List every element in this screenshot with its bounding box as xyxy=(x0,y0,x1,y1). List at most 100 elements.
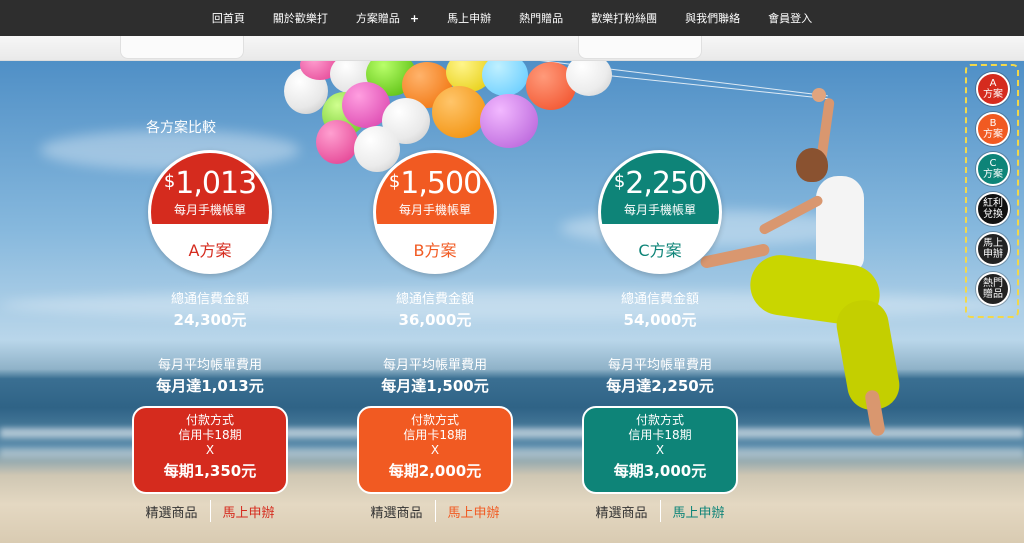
payment-card: 信用卡18期 xyxy=(178,428,242,442)
monthly-amount: $1,013 xyxy=(151,167,269,199)
nav-item-home[interactable]: 回首頁 xyxy=(198,10,259,26)
plan-card-c: $2,250 每月手機帳單 C方案 總通信費金額 54,000元 每月平均帳單費… xyxy=(580,150,740,522)
payment-amount: 每期3,000元 xyxy=(613,462,707,480)
products-link[interactable]: 精選商品 xyxy=(133,502,209,521)
nav-item-plan-gifts[interactable]: 方案贈品 + xyxy=(342,10,433,26)
amount-value: 1,013 xyxy=(175,166,257,201)
plan-name: B方案 xyxy=(413,241,457,260)
payment-title: 付款方式 xyxy=(410,413,459,427)
side-nav-hot-gifts[interactable]: 熱門 贈品 xyxy=(976,272,1010,306)
badge-top: $2,250 每月手機帳單 xyxy=(601,153,719,224)
payment-x: X xyxy=(655,443,665,457)
subbar-notch xyxy=(578,36,702,59)
payment-box: 付款方式 信用卡18期 X 每期3,000元 xyxy=(582,406,738,494)
plan-card-b: $1,500 每月手機帳單 B方案 總通信費金額 36,000元 每月平均帳單費… xyxy=(355,150,515,522)
apply-link[interactable]: 馬上申辦 xyxy=(211,502,287,521)
payment-amount: 每期1,350元 xyxy=(163,462,257,480)
payment-x: X xyxy=(205,443,215,457)
nav-subbar xyxy=(0,36,1024,61)
side-nav-label: 贈品 xyxy=(983,289,1003,300)
payment-box: 付款方式 信用卡18期 X 每期1,350元 xyxy=(132,406,288,494)
total-value: 36,000元 xyxy=(398,311,472,329)
monthly-amount: $1,500 xyxy=(376,167,494,199)
amount-subtitle: 每月手機帳單 xyxy=(623,203,696,217)
currency-symbol: $ xyxy=(163,171,175,192)
side-nav-plan-a[interactable]: A 方案 xyxy=(976,72,1010,106)
badge-top: $1,500 每月手機帳單 xyxy=(376,153,494,224)
subbar-notch xyxy=(120,36,244,59)
section-title: 各方案比較 xyxy=(146,120,216,136)
top-navigation: 回首頁 關於歡樂打 方案贈品 + 馬上申辦 熱門贈品 歡樂打粉絲團 與我們聯絡 會… xyxy=(0,0,1024,36)
apply-link[interactable]: 馬上申辦 xyxy=(661,502,737,521)
total-label: 總通信費金額 xyxy=(620,292,699,307)
nav-item-contact[interactable]: 與我們聯絡 xyxy=(671,10,754,26)
payment-card: 信用卡18期 xyxy=(403,428,467,442)
avg-label: 每月平均帳單費用 xyxy=(157,358,262,373)
side-nav-label: 方案 xyxy=(983,89,1003,100)
currency-symbol: $ xyxy=(388,171,400,192)
payment-card: 信用卡18期 xyxy=(628,428,692,442)
payment-box: 付款方式 信用卡18期 X 每期2,000元 xyxy=(357,406,513,494)
side-nav-label: 紅利 xyxy=(983,198,1003,209)
side-nav-apply[interactable]: 馬上 申辦 xyxy=(976,232,1010,266)
side-nav-plan-c[interactable]: C 方案 xyxy=(976,152,1010,186)
plan-links: 精選商品 馬上申辦 xyxy=(355,500,515,522)
payment-title: 付款方式 xyxy=(185,413,234,427)
nav-item-hot-gifts[interactable]: 熱門贈品 xyxy=(505,10,577,26)
plan-badge: $2,250 每月手機帳單 C方案 xyxy=(598,150,722,274)
plan-badge: $1,013 每月手機帳單 A方案 xyxy=(148,150,272,274)
side-nav-label: 兌換 xyxy=(983,209,1003,220)
woman-head xyxy=(796,148,828,182)
products-link[interactable]: 精選商品 xyxy=(358,502,434,521)
payment-amount: 每期2,000元 xyxy=(388,462,482,480)
balloon xyxy=(480,94,538,148)
apply-link[interactable]: 馬上申辦 xyxy=(436,502,512,521)
side-nav-label: A xyxy=(989,78,997,89)
side-nav-label: 方案 xyxy=(983,169,1003,180)
plan-links: 精選商品 馬上申辦 xyxy=(130,500,290,522)
avg-label: 每月平均帳單費用 xyxy=(607,358,712,373)
avg-value: 每月達1,500元 xyxy=(381,377,489,395)
nav-item-plan-gifts-label: 方案贈品 xyxy=(355,12,400,25)
side-nav-label: 申辦 xyxy=(983,249,1003,260)
plan-name: A方案 xyxy=(188,241,232,260)
amount-value: 1,500 xyxy=(400,166,482,201)
nav-item-login[interactable]: 會員登入 xyxy=(754,10,826,26)
side-nav-plan-b[interactable]: B 方案 xyxy=(976,112,1010,146)
side-nav-label: 馬上 xyxy=(983,238,1003,249)
plan-card-a: $1,013 每月手機帳單 A方案 總通信費金額 24,300元 每月平均帳單費… xyxy=(130,150,290,522)
nav-item-about[interactable]: 關於歡樂打 xyxy=(259,10,342,26)
badge-top: $1,013 每月手機帳單 xyxy=(151,153,269,224)
amount-subtitle: 每月手機帳單 xyxy=(398,203,471,217)
avg-value: 每月達1,013元 xyxy=(156,377,264,395)
balloon xyxy=(432,86,486,138)
avg-label: 每月平均帳單費用 xyxy=(382,358,487,373)
side-nav-bonus[interactable]: 紅利 兌換 xyxy=(976,192,1010,226)
balloon xyxy=(316,120,358,164)
balloon xyxy=(566,60,612,96)
total-label: 總通信費金額 xyxy=(395,292,474,307)
side-quick-nav: A 方案 B 方案 C 方案 紅利 兌換 馬上 申辦 熱門 贈品 xyxy=(965,64,1019,318)
payment-x: X xyxy=(430,443,440,457)
total-value: 24,300元 xyxy=(173,311,247,329)
woman-top xyxy=(816,176,864,272)
side-nav-label: 方案 xyxy=(983,129,1003,140)
nav-menu: 回首頁 關於歡樂打 方案贈品 + 馬上申辦 熱門贈品 歡樂打粉絲團 與我們聯絡 會… xyxy=(198,10,826,26)
products-link[interactable]: 精選商品 xyxy=(583,502,659,521)
currency-symbol: $ xyxy=(613,171,625,192)
balloon xyxy=(482,60,528,96)
side-nav-label: 熱門 xyxy=(983,278,1003,289)
nav-item-fan-page[interactable]: 歡樂打粉絲團 xyxy=(577,10,671,26)
plan-links: 精選商品 馬上申辦 xyxy=(580,500,740,522)
amount-subtitle: 每月手機帳單 xyxy=(173,203,246,217)
nav-item-apply[interactable]: 馬上申辦 xyxy=(433,10,505,26)
amount-value: 2,250 xyxy=(625,166,707,201)
side-nav-label: B xyxy=(989,118,997,129)
plus-icon: + xyxy=(409,12,420,25)
plan-badge: $1,500 每月手機帳單 B方案 xyxy=(373,150,497,274)
plan-name: C方案 xyxy=(638,241,682,260)
monthly-amount: $2,250 xyxy=(601,167,719,199)
avg-value: 每月達2,250元 xyxy=(606,377,714,395)
total-label: 總通信費金額 xyxy=(170,292,249,307)
side-nav-label: C xyxy=(989,158,997,169)
